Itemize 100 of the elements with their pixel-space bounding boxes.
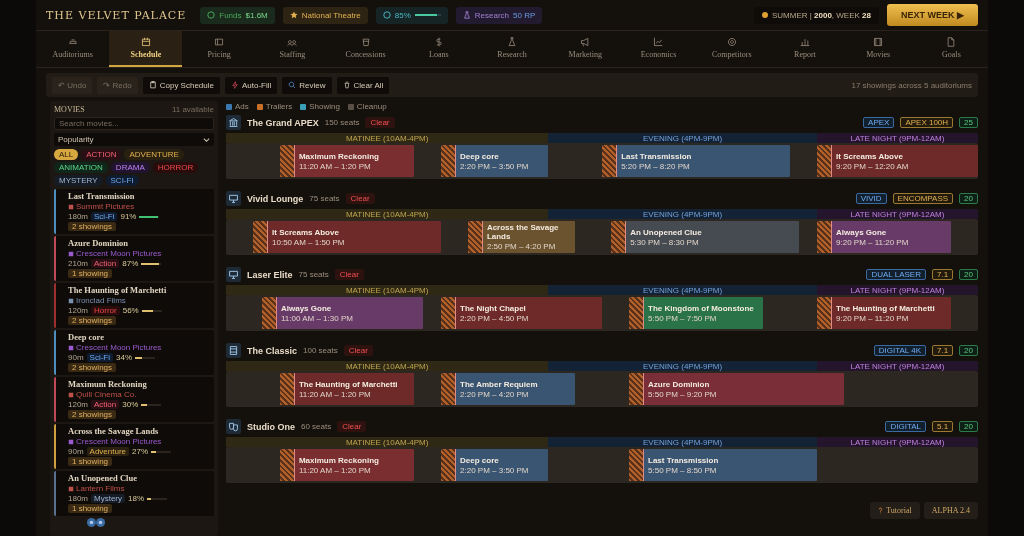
showing-block[interactable]: Last Transmission 5:50 PM – 8:50 PM [629,449,818,481]
trailer-hatch [817,221,833,253]
nav-tab[interactable]: Competitors [695,31,769,67]
footer-button[interactable]: Tutorial [870,502,920,519]
showing-title: Deep core [460,455,500,465]
season-text: SUMMER | 2000, WEEK 28 [771,10,871,20]
toolbar-icon [288,81,297,89]
genre-tag: Mystery [91,494,125,503]
genre-tag: Sci-Fi [86,353,113,362]
popularity-bar [139,215,160,218]
available-count: 11 available [171,105,214,114]
toolbar-button[interactable]: Copy Schedule [142,76,220,94]
feature-tag: DIGITAL 4K [873,345,926,356]
showing-block[interactable]: The Kingdom of Moonstone 5:50 PM – 7:50 PM [629,297,764,329]
showing-block[interactable]: It Screams Above 9:20 PM – 12:20 AM [817,145,978,177]
next-week-button[interactable]: NEXT WEEK ▶ [887,4,978,26]
runtime: 210m [68,259,88,268]
nav-tab[interactable]: Marketing [548,31,622,67]
nav-tab[interactable]: Concessions [328,31,403,67]
showing-block[interactable]: Last Transmission 5:20 PM – 8:20 PM [602,145,791,177]
showing-block[interactable]: Across the Savage Lands 2:50 PM – 4:20 PM [467,221,576,253]
showing-block[interactable]: Always Gone 11:00 AM – 1:30 PM [262,297,424,329]
clear-button[interactable]: Clear [343,345,373,356]
clear-button[interactable]: Clear [345,193,375,204]
genre-filter[interactable]: MYSTERY [54,175,103,186]
genre-filter[interactable]: HORROR [152,162,199,173]
showings-count: 2 showings [68,316,117,325]
trailer-hatch [629,373,645,405]
footer-button[interactable]: ALPHA 2.4 [923,502,978,519]
coin-icon [207,11,216,19]
showing-block[interactable]: Maximum Reckoning 11:20 AM – 1:20 PM [279,449,415,481]
help-icon [878,507,884,514]
nav-icon [799,37,810,47]
toolbar-button[interactable]: Auto-Fill [225,76,278,94]
popularity-bar [135,356,156,359]
auditorium-name: The Classic [247,345,298,356]
nav-tab[interactable]: Movies [841,31,915,67]
showing-block[interactable]: The Night Chapel 2:20 PM – 4:50 PM [441,297,603,329]
showing-block[interactable]: Maximum Reckoning 11:20 AM – 1:20 PM [279,145,415,177]
runtime: 90m [68,447,84,456]
nav-tab[interactable]: Auditoriums [36,31,110,67]
nav-tab[interactable]: Staffing [255,31,329,67]
showing-title: Last Transmission [648,455,719,465]
nav-tab[interactable]: Economics [621,31,696,67]
genre-tag: Action [91,400,120,409]
showings-count: 2 showings [68,363,117,372]
auditorium-name: Vivid Lounge [247,193,304,204]
movie-card[interactable]: Azure Dominion Crescent Moon Pictures 210m Action 87% 1 showing [54,236,214,281]
showing-block[interactable]: Deep core 2:20 PM – 3:50 PM [441,145,549,177]
genre-tag: Adventure [86,447,130,456]
studio-name: Crescent Moon Pictures [76,343,162,352]
toolbar-button[interactable]: Clear All [336,76,390,94]
genre-filter[interactable]: DRAMA [110,162,150,173]
toolbar-icon [148,81,157,89]
clear-button[interactable]: Clear [334,269,364,280]
movie-card[interactable]: Maximum Reckoning Quill Cinema Co. 120m Action 30% 2 showings [54,377,214,422]
genre-filter[interactable]: ALL [54,149,79,160]
genre-filter[interactable]: ANIMATION [54,162,108,173]
nav-icon [67,37,78,47]
showing-title: Maximum Reckoning [298,151,379,161]
nav-icon [140,37,151,47]
showing-block[interactable]: The Haunting of Marchetti 9:20 PM – 11:20 PM [817,297,952,329]
chat-bubbles-icon[interactable] [86,517,106,528]
genre-filter[interactable]: SCI-FI [105,175,139,186]
sort-dropdown[interactable]: Popularity [54,133,214,146]
movie-card[interactable]: Across the Savage Lands Crescent Moon Pictures 90m Adventure 27% 1 showing [54,424,214,469]
showing-time: 11:00 AM – 1:30 PM [281,313,353,323]
showing-block[interactable]: An Unopened Clue 5:30 PM – 8:30 PM [611,221,800,253]
stat-label: Research [474,10,509,20]
showing-block[interactable]: Deep core 2:20 PM – 3:50 PM [441,449,549,481]
daypart-bar: EVENING (4PM-9PM) [548,285,817,295]
daypart-bar: MATINEE (10AM-4PM) [226,209,549,219]
showing-block[interactable]: The Haunting of Marchetti 11:20 AM – 1:20 PM [279,373,415,405]
showing-block[interactable]: The Amber Requiem 2:20 PM – 4:20 PM [441,373,576,405]
runtime: 180m [68,494,88,503]
showing-block[interactable]: Always Gone 9:20 PM – 11:20 PM [817,221,952,253]
nav-tab[interactable]: Schedule [109,31,183,67]
clear-button[interactable]: Clear [365,117,395,128]
showing-block[interactable]: It Screams Above 10:50 AM – 1:50 PM [253,221,442,253]
nav-tab[interactable]: Pricing [182,31,256,67]
studio-name: Lantern Films [76,484,125,493]
nav-tab[interactable]: Loans [402,31,476,67]
showing-time: 5:50 PM – 8:50 PM [648,465,718,475]
movie-card[interactable]: An Unopened Clue Lantern Films 180m Mystery 18% 1 showing [54,471,214,516]
toolbar-button[interactable]: Review [282,76,332,94]
movie-card[interactable]: The Haunting of Marchetti Ironclad Films 120m Horror 56% 2 showings [54,283,214,328]
nav-tab[interactable]: Report [768,31,842,67]
movie-card[interactable]: Deep core Crescent Moon Pictures 90m Sci-Fi 34% 2 showings [54,330,214,375]
movie-title: Maximum Reckoning [68,380,147,389]
movie-card[interactable]: Last Transmission Summit Pictures 180m Sci-Fi 91% 2 showings [54,189,214,234]
nav-tab[interactable]: Research [475,31,549,67]
clear-button[interactable]: Clear [337,421,367,432]
panel-heading: MOVIES [54,105,85,114]
showing-title: Always Gone [836,227,888,237]
showing-block[interactable]: Azure Dominion 5:50 PM – 9:20 PM [629,373,844,405]
nav-tab[interactable]: Goals [914,31,988,67]
auditorium-name: The Grand APEX [247,117,319,128]
genre-filter[interactable]: ACTION [81,149,122,160]
search-field[interactable]: Search movies... [54,117,214,130]
genre-filter[interactable]: ADVENTURE [124,149,184,160]
